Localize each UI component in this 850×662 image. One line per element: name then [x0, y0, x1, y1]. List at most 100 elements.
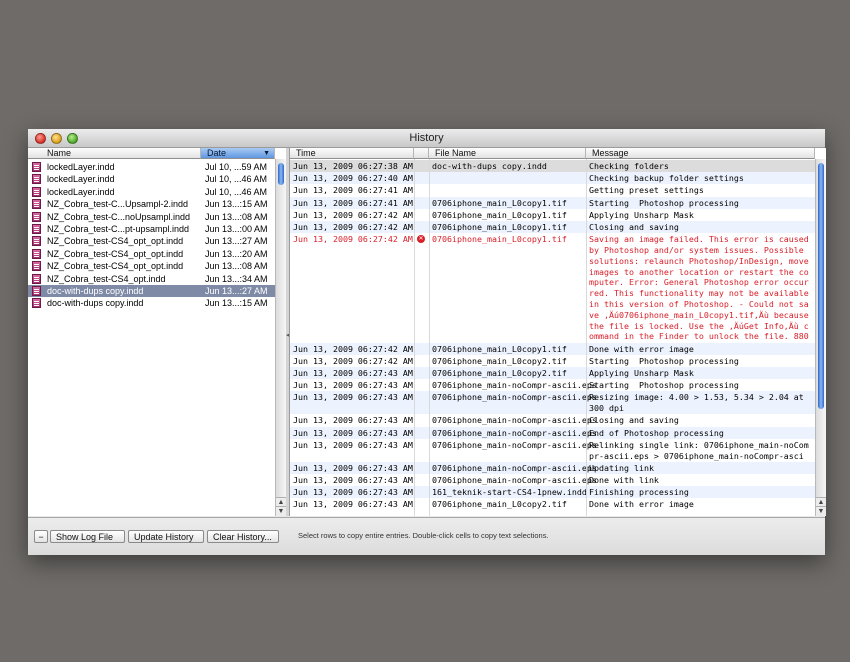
log-message[interactable]: Starting Photoshop processing [589, 380, 811, 391]
log-time[interactable]: Jun 13, 2009 06:27:42 AM [293, 356, 413, 367]
log-row[interactable]: Jun 13, 2009 06:27:40 AM Checking backup … [290, 172, 815, 185]
column-header-time[interactable]: Time [290, 148, 414, 159]
log-file-name[interactable]: 0706iphone_main_L0copy1.tif [432, 234, 567, 245]
log-time[interactable]: Jun 13, 2009 06:27:43 AM [293, 487, 413, 498]
log-message[interactable]: Applying Unsharp Mask [589, 210, 811, 221]
log-row[interactable]: Jun 13, 2009 06:27:43 AM 0706iphone_main-… [290, 461, 815, 474]
log-file-name[interactable]: 0706iphone_main_L0copy2.tif [432, 356, 567, 367]
log-row[interactable]: Jun 13, 2009 06:27:42 AM 0706iphone_main_… [290, 221, 815, 234]
log-message[interactable]: Finishing processing [589, 487, 811, 498]
column-header-date[interactable]: Date ▼ [201, 148, 275, 159]
log-file-name[interactable]: 0706iphone_main-noCompr-ascii.eps [432, 440, 597, 451]
column-header-name[interactable]: Name [28, 148, 201, 159]
log-message[interactable]: Checking folders [589, 161, 811, 172]
log-file-name[interactable]: 0706iphone_main_L0copy1.tif [432, 344, 567, 355]
log-time[interactable]: Jun 13, 2009 06:27:42 AM [293, 234, 413, 245]
log-time[interactable]: Jun 13, 2009 06:27:41 AM [293, 185, 413, 196]
file-row[interactable]: lockedLayer.indd Jul 10, ...46 AM [28, 186, 275, 198]
log-row[interactable]: Jun 13, 2009 06:27:43 AM 0706iphone_main-… [290, 426, 815, 439]
log-row[interactable]: Jun 13, 2009 06:27:43 AM 0706iphone_main-… [290, 379, 815, 391]
file-row[interactable]: NZ_Cobra_test-CS4_opt_opt.indd Jun 13...:… [28, 260, 275, 272]
log-time[interactable]: Jun 13, 2009 06:27:42 AM [293, 210, 413, 221]
file-row[interactable]: NZ_Cobra_test-CS4_opt.indd Jun 13...:34 A… [28, 273, 275, 285]
log-row-error[interactable]: Jun 13, 2009 06:27:42 AM 0706iphone_main_… [290, 233, 815, 352]
log-message[interactable]: Updating link [589, 463, 811, 474]
log-time[interactable]: Jun 13, 2009 06:27:43 AM [293, 380, 413, 391]
log-time[interactable]: Jun 13, 2009 06:27:41 AM [293, 198, 413, 209]
file-row[interactable]: NZ_Cobra_test-C...noUpsampl.indd Jun 13..… [28, 211, 275, 223]
log-message[interactable]: Done with error image [589, 499, 811, 510]
log-time[interactable]: Jun 13, 2009 06:27:43 AM [293, 463, 413, 474]
log-row[interactable]: Jun 13, 2009 06:27:43 AM 0706iphone_main_… [290, 367, 815, 380]
log-file-name[interactable]: 0706iphone_main_L0copy1.tif [432, 198, 567, 209]
log-message[interactable]: Saving an image failed. This error is ca… [589, 234, 811, 353]
log-message[interactable]: Applying Unsharp Mask [589, 368, 811, 379]
file-row[interactable]: NZ_Cobra_test-C...pt-upsampl.indd Jun 13.… [28, 223, 275, 235]
file-list-scrollbar[interactable]: ▲ ▼ [275, 159, 286, 516]
log-row[interactable]: Jun 13, 2009 06:27:43 AM 161_teknik-start… [290, 486, 815, 499]
log-row[interactable]: Jun 13, 2009 06:27:43 AM 0706iphone_main_… [290, 498, 815, 510]
log-row[interactable]: Jun 13, 2009 06:27:38 AM doc-with-dups co… [290, 160, 815, 173]
log-row[interactable]: Jun 13, 2009 06:27:42 AM 0706iphone_main_… [290, 342, 815, 355]
column-header-file-name[interactable]: File Name [429, 148, 586, 159]
file-row[interactable]: lockedLayer.indd Jul 10, ...59 AM [28, 161, 275, 173]
log-time[interactable]: Jun 13, 2009 06:27:43 AM [293, 440, 413, 451]
log-time[interactable]: Jun 13, 2009 06:27:43 AM [293, 499, 413, 510]
log-file-name[interactable]: 0706iphone_main-noCompr-ascii.eps [432, 415, 597, 426]
log-message[interactable]: End of Photoshop processing [589, 428, 811, 439]
log-message[interactable]: Closing and saving [589, 415, 811, 426]
log-time[interactable]: Jun 13, 2009 06:27:38 AM [293, 161, 413, 172]
file-row[interactable]: NZ_Cobra_test-C...Upsampl-2.indd Jun 13..… [28, 198, 275, 210]
collapse-button[interactable]: − [34, 530, 48, 543]
file-row[interactable]: doc-with-dups copy.indd Jun 13...:15 AM [28, 297, 275, 309]
log-file-name[interactable]: 161_teknik-start-CS4-1pnew.indd [432, 487, 587, 498]
log-file-name[interactable]: 0706iphone_main_L0copy1.tif [432, 210, 567, 221]
log-message[interactable]: Closing and saving [589, 222, 811, 233]
log-message[interactable]: Resizing image: 4.00 > 1.53, 5.34 > 2.04… [589, 392, 811, 414]
log-message[interactable]: Starting Photoshop processing [589, 356, 811, 367]
scroll-down-arrow-icon[interactable]: ▼ [276, 506, 286, 516]
file-row[interactable]: lockedLayer.indd Jul 10, ...46 AM [28, 173, 275, 185]
log-file-name[interactable]: 0706iphone_main-noCompr-ascii.eps [432, 392, 597, 403]
log-scrollbar[interactable]: ▲ ▼ [815, 159, 826, 516]
log-file-name[interactable]: 0706iphone_main_L0copy1.tif [432, 222, 567, 233]
log-message[interactable]: Starting Photoshop processing [589, 198, 811, 209]
log-time[interactable]: Jun 13, 2009 06:27:43 AM [293, 368, 413, 379]
column-header-message[interactable]: Message [586, 148, 815, 159]
log-file-name[interactable]: 0706iphone_main-noCompr-ascii.eps [432, 428, 597, 439]
log-row[interactable]: Jun 13, 2009 06:27:42 AM 0706iphone_main_… [290, 209, 815, 221]
log-message[interactable]: Done with error image [589, 344, 811, 355]
log-time[interactable]: Jun 13, 2009 06:27:43 AM [293, 428, 413, 439]
log-time[interactable]: Jun 13, 2009 06:27:43 AM [293, 475, 413, 486]
log-row[interactable]: Jun 13, 2009 06:27:42 AM 0706iphone_main_… [290, 355, 815, 367]
log-row[interactable]: Jun 13, 2009 06:27:43 AM 0706iphone_main-… [290, 391, 815, 415]
show-log-file-button[interactable]: Show Log File [50, 530, 125, 543]
log-row[interactable]: Jun 13, 2009 06:27:43 AM 0706iphone_main-… [290, 474, 815, 486]
log-file-name[interactable]: 0706iphone_main-noCompr-ascii.eps [432, 380, 597, 391]
clear-history-button[interactable]: Clear History... [207, 530, 279, 543]
scrollbar-thumb[interactable] [278, 163, 284, 185]
log-time[interactable]: Jun 13, 2009 06:27:42 AM [293, 222, 413, 233]
log-row[interactable]: Jun 13, 2009 06:27:43 AM 0706iphone_main-… [290, 439, 815, 472]
log-time[interactable]: Jun 13, 2009 06:27:43 AM [293, 392, 413, 403]
file-row[interactable]: NZ_Cobra_test-CS4_opt_opt.indd Jun 13...:… [28, 248, 275, 260]
log-file-name[interactable]: 0706iphone_main_L0copy2.tif [432, 499, 567, 510]
log-row[interactable]: Jun 13, 2009 06:27:43 AM 0706iphone_main-… [290, 414, 815, 426]
log-file-name[interactable]: 0706iphone_main-noCompr-ascii.eps [432, 463, 597, 474]
file-row[interactable]: NZ_Cobra_test-CS4_opt_opt.indd Jun 13...:… [28, 235, 275, 247]
log-message[interactable]: Getting preset settings [589, 185, 811, 196]
log-time[interactable]: Jun 13, 2009 06:27:40 AM [293, 173, 413, 184]
scrollbar-thumb[interactable] [818, 163, 824, 409]
title-bar[interactable]: History [28, 129, 825, 148]
column-header-status[interactable] [414, 148, 429, 159]
log-file-name[interactable]: doc-with-dups copy.indd [432, 161, 547, 172]
scroll-down-arrow-icon[interactable]: ▼ [816, 506, 826, 516]
log-file-name[interactable]: 0706iphone_main-noCompr-ascii.eps [432, 475, 597, 486]
log-file-name[interactable]: 0706iphone_main_L0copy2.tif [432, 368, 567, 379]
log-message[interactable]: Done with link [589, 475, 811, 486]
log-row[interactable]: Jun 13, 2009 06:27:41 AM 0706iphone_main_… [290, 196, 815, 209]
log-row[interactable]: Jun 13, 2009 06:27:41 AM Getting preset s… [290, 184, 815, 196]
log-time[interactable]: Jun 13, 2009 06:27:42 AM [293, 344, 413, 355]
log-time[interactable]: Jun 13, 2009 06:27:43 AM [293, 415, 413, 426]
log-message[interactable]: Checking backup folder settings [589, 173, 811, 184]
